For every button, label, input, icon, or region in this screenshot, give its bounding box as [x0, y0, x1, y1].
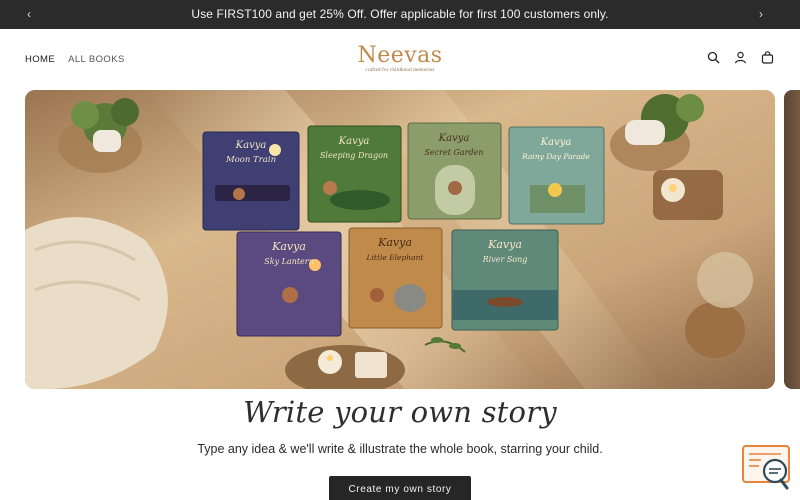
book-cover-sleeping-dragon: Kavya Sleeping Dragon [307, 125, 402, 223]
book-cover-secret-garden: Kavya Secret Garden [407, 122, 502, 220]
header-icons [707, 51, 774, 64]
book-cover-river-song: Kavya River Song [451, 229, 559, 331]
book-title: Moon Train [225, 155, 276, 165]
site-logo[interactable]: Neevas crafted for childhood memories [0, 43, 800, 74]
book-kavya-label: Kavya [540, 137, 572, 148]
book-title: Sky Lantern [264, 257, 314, 266]
book-kavya-label: Kavya [338, 136, 370, 147]
book-title: River Song [482, 255, 528, 264]
book-kavya-label: Kavya [377, 236, 412, 249]
cart-icon[interactable] [761, 51, 774, 64]
book-cover-sky-lantern: Kavya Sky Lantern [236, 231, 342, 337]
search-icon[interactable] [707, 51, 720, 64]
book-title: Sleeping Dragon [320, 151, 388, 160]
book-title: Rainy Day Parade [521, 152, 590, 161]
announcement-bar: ‹ Use FIRST100 and get 25% Off. Offer ap… [0, 0, 800, 29]
book-kavya-label: Kavya [271, 240, 306, 253]
create-story-button[interactable]: Create my own story [329, 476, 471, 500]
account-icon[interactable] [734, 51, 747, 64]
book-cover-little-elephant: Kavya Little Elephant [348, 227, 443, 329]
hero-headline: Write your own story [243, 395, 557, 429]
chat-widget-icon[interactable] [741, 444, 793, 490]
book-kavya-label: Kavya [235, 140, 267, 151]
logo-tagline: crafted for childhood memories [365, 68, 435, 73]
book-cover-moon-train: Kavya Moon Train [202, 131, 300, 231]
hero-banner-image[interactable]: Kavya Moon Train Kavya Sleeping Dragon K… [25, 90, 775, 389]
hero-subline: Type any idea & we'll write & illustrate… [197, 442, 603, 456]
announcement-text: Use FIRST100 and get 25% Off. Offer appl… [191, 7, 609, 21]
book-kavya-label: Kavya [438, 133, 470, 144]
book-kavya-label: Kavya [487, 238, 522, 251]
book-cover-rainy-day-parade: Kavya Rainy Day Parade [508, 126, 605, 225]
book-title: Secret Garden [424, 148, 483, 157]
logo-name: Neevas [357, 43, 443, 68]
site-header: HOME ALL BOOKS Neevas crafted for childh… [0, 29, 800, 90]
chevron-right-icon[interactable]: › [753, 6, 769, 22]
hero-illustration: Kavya Moon Train Kavya Sleeping Dragon K… [25, 90, 775, 389]
next-slide-peek[interactable] [784, 90, 800, 389]
book-title: Little Elephant [366, 253, 425, 262]
